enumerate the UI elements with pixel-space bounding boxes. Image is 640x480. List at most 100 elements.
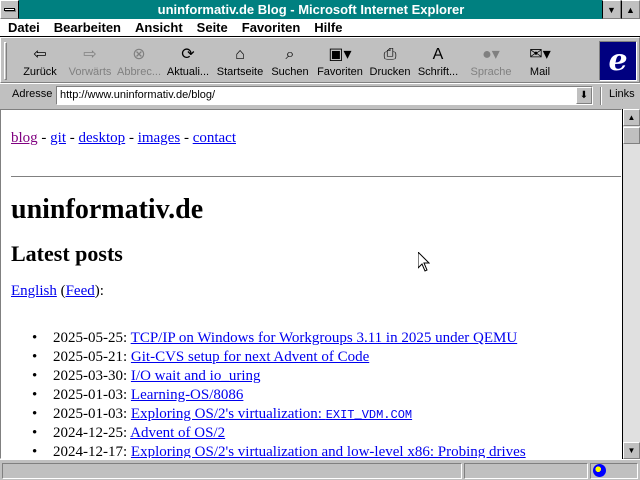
post-link[interactable]: Learning-OS/8086: [131, 387, 243, 403]
post-date: 2025-01-03:: [53, 387, 128, 403]
mail-button[interactable]: ✉▾ Mail: [519, 41, 561, 82]
list-item: • 2025-01-03: Learning-OS/8086: [31, 386, 526, 405]
menu-favoriten[interactable]: Favoriten: [234, 19, 307, 37]
list-item: • 2024-12-17: Exploring OS/2's virtualiz…: [31, 443, 526, 458]
search-button[interactable]: ⌕ Suchen: [267, 41, 313, 82]
site-nav: blog - git - desktop - images - contact: [11, 130, 236, 147]
refresh-label: Aktuali...: [166, 66, 210, 78]
title-bar[interactable]: uninformativ.de Blog - Microsoft Interne…: [0, 0, 640, 19]
post-link[interactable]: I/O wait and io_uring: [131, 368, 261, 384]
window-title: uninformativ.de Blog - Microsoft Interne…: [157, 2, 465, 17]
nav-separator: -: [128, 130, 134, 146]
nav-separator: -: [69, 130, 75, 146]
section-title: Latest posts: [11, 241, 123, 266]
favorites-icon: ▣▾: [328, 46, 352, 63]
status-text-panel: [2, 463, 462, 479]
feed-link[interactable]: Feed: [66, 283, 95, 299]
nav-link-desktop[interactable]: desktop: [79, 130, 126, 146]
site-title: uninformativ.de: [11, 194, 204, 225]
maximize-button[interactable]: ▲: [621, 0, 640, 19]
post-link-text: Exploring OS/2's virtualization:: [130, 406, 326, 422]
post-link[interactable]: TCP/IP on Windows for Workgroups 3.11 in…: [131, 330, 518, 346]
system-menu-icon: [4, 8, 15, 11]
post-link[interactable]: Git-CVS setup for next Advent of Code: [131, 349, 369, 365]
back-arrow-icon: ⇦: [33, 46, 47, 63]
post-date: 2025-03-30:: [53, 368, 128, 384]
scroll-thumb[interactable]: [623, 127, 640, 144]
favorites-button[interactable]: ▣▾ Favoriten: [313, 41, 367, 82]
language-button[interactable]: ●▾ Sprache: [463, 41, 519, 82]
home-label: Startseite: [216, 66, 264, 78]
list-item: • 2025-01-03: Exploring OS/2's virtualiz…: [31, 405, 526, 424]
font-icon: A: [432, 46, 444, 63]
refresh-button[interactable]: ⟳ Aktuali...: [163, 41, 213, 82]
post-link[interactable]: Advent of OS/2: [130, 425, 225, 441]
system-menu-button[interactable]: [0, 0, 19, 19]
post-date: 2025-05-25:: [53, 330, 128, 346]
language-line: English (Feed):: [11, 283, 104, 300]
globe-icon: [593, 464, 606, 477]
nav-separator: -: [41, 130, 47, 146]
bullet: •: [32, 368, 38, 384]
print-button[interactable]: ⎙ Drucken: [367, 41, 413, 82]
ie-logo-icon: e: [608, 43, 628, 78]
vertical-scrollbar[interactable]: ▲ ▼: [622, 109, 640, 459]
english-link[interactable]: English: [11, 283, 57, 299]
bullet: •: [32, 425, 38, 441]
bullet: •: [32, 330, 38, 346]
nav-link-git[interactable]: git: [50, 130, 66, 146]
search-icon: ⌕: [285, 46, 295, 63]
menu-datei[interactable]: Datei: [0, 19, 46, 37]
forward-label: Vorwärts: [68, 66, 112, 78]
font-button[interactable]: A Schrift...: [413, 41, 463, 82]
paren-close: ):: [94, 283, 104, 299]
nav-link-contact[interactable]: contact: [193, 130, 236, 146]
list-item: • 2025-03-30: I/O wait and io_uring: [31, 367, 526, 386]
home-button[interactable]: ⌂ Startseite: [213, 41, 267, 82]
language-label: Sprache: [470, 66, 512, 78]
post-date: 2025-01-03:: [53, 406, 128, 422]
post-date: 2025-05-21:: [53, 349, 128, 365]
back-button[interactable]: ⇦ Zurück: [15, 41, 65, 82]
minimize-icon: ▼: [607, 4, 616, 15]
menu-seite[interactable]: Seite: [189, 19, 234, 37]
stop-icon: ⊗: [132, 46, 146, 63]
scroll-down-button[interactable]: ▼: [623, 442, 640, 459]
menu-ansicht[interactable]: Ansicht: [127, 19, 189, 37]
list-item: • 2025-05-21: Git-CVS setup for next Adv…: [31, 348, 526, 367]
bullet: •: [32, 406, 38, 422]
stop-button[interactable]: ⊗ Abbrec...: [115, 41, 163, 82]
address-dropdown-button[interactable]: ⬇: [576, 87, 592, 104]
address-label: Adresse: [12, 88, 53, 100]
address-input[interactable]: http://www.uninformativ.de/blog/ ⬇: [56, 86, 593, 105]
minimize-button[interactable]: ▼: [602, 0, 621, 19]
list-item: • 2024-12-25: Advent of OS/2: [31, 424, 526, 443]
print-icon: ⎙: [383, 46, 397, 63]
list-item: • 2025-05-25: TCP/IP on Windows for Work…: [31, 329, 526, 348]
stop-label: Abbrec...: [116, 66, 162, 78]
nav-link-images[interactable]: images: [138, 130, 181, 146]
home-icon: ⌂: [235, 46, 245, 63]
nav-separator: -: [183, 130, 189, 146]
favorites-label: Favoriten: [317, 66, 363, 78]
forward-button[interactable]: ⇨ Vorwärts: [65, 41, 115, 82]
links-button[interactable]: Links: [609, 88, 635, 100]
toolbar-grip[interactable]: [4, 42, 7, 80]
menu-bearbeiten[interactable]: Bearbeiten: [46, 19, 127, 37]
post-link-code: EXIT_VDM.COM: [325, 408, 413, 422]
font-label: Schrift...: [417, 66, 459, 78]
mail-icon: ✉▾: [529, 46, 551, 63]
scroll-up-button[interactable]: ▲: [623, 109, 640, 126]
links-separator: [600, 87, 602, 105]
maximize-icon: ▲: [626, 4, 635, 15]
post-link[interactable]: Exploring OS/2's virtualization: EXIT_VD…: [131, 406, 412, 422]
post-link[interactable]: Exploring OS/2's virtualization and low-…: [131, 444, 526, 458]
language-icon: ●▾: [482, 46, 500, 63]
address-bar: Adresse http://www.uninformativ.de/blog/…: [0, 83, 640, 107]
menu-hilfe[interactable]: Hilfe: [306, 19, 348, 37]
print-label: Drucken: [369, 66, 411, 78]
post-date: 2024-12-25:: [53, 425, 128, 441]
page-content: blog - git - desktop - images - contact …: [0, 109, 622, 459]
bullet: •: [32, 387, 38, 403]
nav-link-blog[interactable]: blog: [11, 130, 38, 146]
